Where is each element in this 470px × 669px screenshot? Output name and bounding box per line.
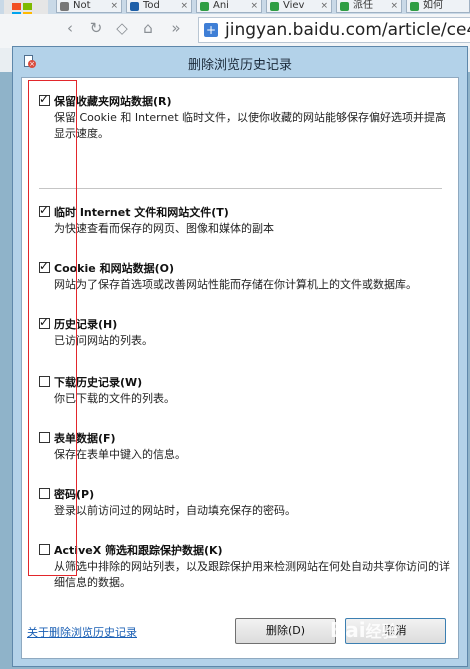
check-icon: ✓ xyxy=(39,203,50,217)
close-icon[interactable]: × xyxy=(180,0,188,12)
checkbox[interactable]: ✓ xyxy=(39,259,50,273)
page-icon xyxy=(200,2,209,11)
browser-toolbar: ‹ ↻ ◇ ⌂ » + jingyan.baidu.com/article/ce… xyxy=(0,14,470,49)
refresh-icon[interactable]: ↻ xyxy=(86,18,106,38)
dialog-titlebar[interactable]: × 删除浏览历史记录 xyxy=(13,47,467,77)
checkbox[interactable]: ✓ xyxy=(39,92,50,106)
checkbox[interactable] xyxy=(39,544,50,555)
page-icon xyxy=(340,2,349,11)
close-icon[interactable]: × xyxy=(320,0,328,12)
check-icon: ✓ xyxy=(39,259,50,273)
check-icon: ✓ xyxy=(39,315,50,329)
site-icon: + xyxy=(204,23,218,37)
checkbox[interactable]: ✓ xyxy=(39,315,50,329)
delete-history-dialog: × 删除浏览历史记录 ✓ 保留收藏夹网站数据(R) 保留 Cookie 和 In… xyxy=(12,46,468,667)
page-icon xyxy=(130,2,139,11)
check-icon: ✓ xyxy=(39,92,50,106)
expand-icon[interactable]: » xyxy=(166,18,186,38)
page-icon xyxy=(410,2,419,11)
dialog-content: ✓ 保留收藏夹网站数据(R) 保留 Cookie 和 Internet 临时文件… xyxy=(21,77,459,659)
browser-tab[interactable]: 如何 xyxy=(406,0,470,13)
browser-tab[interactable]: Ani × xyxy=(196,0,262,13)
watermark: Bai经验 xyxy=(330,618,398,642)
browser-tab[interactable]: Tod × xyxy=(126,0,192,13)
browser-tab[interactable]: Not × xyxy=(56,0,122,13)
close-icon[interactable]: × xyxy=(110,0,118,12)
shield-icon[interactable]: ◇ xyxy=(112,18,132,38)
divider xyxy=(39,188,442,189)
checkbox[interactable] xyxy=(39,432,50,443)
back-icon[interactable]: ‹ xyxy=(60,18,80,38)
delete-button[interactable]: 删除(D) xyxy=(235,618,336,644)
close-icon[interactable]: × xyxy=(250,0,258,12)
page-icon xyxy=(270,2,279,11)
about-delete-history-link[interactable]: 关于删除浏览历史记录 xyxy=(27,624,137,640)
home-icon[interactable]: ⌂ xyxy=(138,18,158,38)
checkbox[interactable] xyxy=(39,376,50,387)
close-icon[interactable]: × xyxy=(390,0,398,12)
page-icon xyxy=(60,2,69,11)
browser-tab[interactable]: Viev × xyxy=(266,0,332,13)
address-url: jingyan.baidu.com/article/ce4366 xyxy=(225,20,470,40)
browser-tab[interactable]: 派任 × xyxy=(336,0,402,13)
address-bar[interactable]: + jingyan.baidu.com/article/ce4366 xyxy=(198,17,470,43)
tab-strip: Not × Tod × Ani × Viev × 派任 × 如何 xyxy=(0,0,470,22)
checkbox[interactable]: ✓ xyxy=(39,203,50,217)
checkbox[interactable] xyxy=(39,488,50,499)
dialog-title: 删除浏览历史记录 xyxy=(187,58,292,73)
